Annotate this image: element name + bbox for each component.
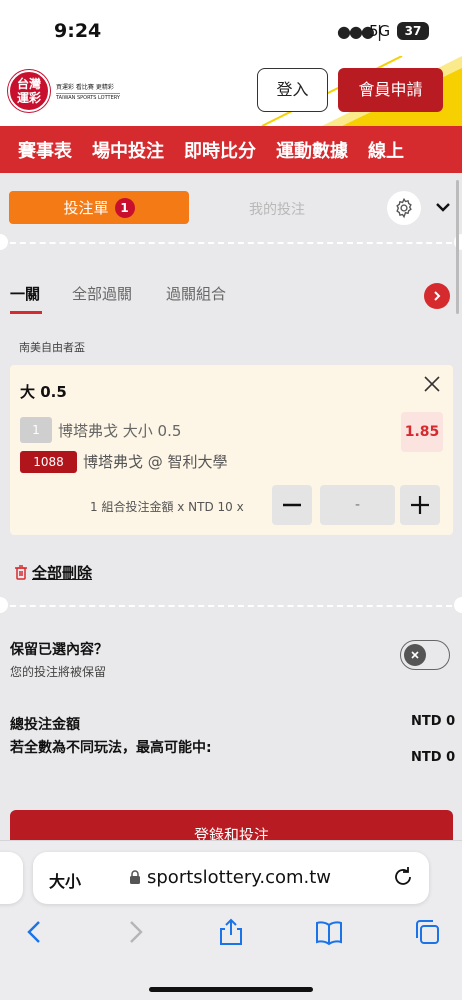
- tab-betslip-label: 投注單: [63, 199, 109, 217]
- register-button[interactable]: 會員申請: [338, 68, 443, 112]
- stake-increase-button[interactable]: [400, 485, 440, 525]
- address-bar[interactable]: 大小 sportslottery.com.tw: [33, 852, 429, 904]
- bet-card: 大 0.5 1 博塔弗戈 大小 0.5 1.85 1088 博塔弗戈 @ 智利大…: [10, 365, 453, 535]
- league-name: 南美自由者盃: [19, 341, 85, 354]
- tab-single[interactable]: 一關: [10, 283, 40, 304]
- x-icon: [411, 651, 419, 659]
- trash-icon: [15, 565, 27, 580]
- site-header: 台灣 運彩 買運彩 看比賽 更精彩 TAIWAN SPORTS LOTTERY …: [0, 56, 462, 126]
- match-code: 1088: [20, 451, 77, 473]
- tab-betslip[interactable]: 投注單 1: [9, 191, 189, 224]
- stake-decrease-button[interactable]: [272, 485, 312, 525]
- betslip-tabbar: 投注單 1 我的投注: [9, 191, 454, 225]
- selection-name: 博塔弗戈 大小 0.5: [58, 422, 182, 440]
- match-name: 博塔弗戈 @ 智利大學: [83, 453, 228, 471]
- tab-my-bets[interactable]: 我的投注: [249, 199, 305, 219]
- tabs-icon[interactable]: [412, 917, 442, 947]
- stake-label: 1 組合投注金額 x NTD 10 x: [90, 500, 244, 514]
- back-icon[interactable]: [20, 917, 50, 947]
- nav-item-live-betting[interactable]: 場中投注: [92, 137, 164, 163]
- reload-icon[interactable]: [391, 865, 415, 889]
- battery-icon: 37: [397, 22, 429, 40]
- gear-icon: [396, 197, 412, 219]
- total-stake-value: NTD 0: [411, 714, 456, 729]
- nav-item-schedule[interactable]: 賽事表: [18, 137, 72, 163]
- nav-item-live-scores[interactable]: 即時比分: [184, 137, 256, 163]
- betslip-count-badge: 1: [114, 197, 135, 218]
- minus-icon: [283, 503, 301, 507]
- browser-chrome: 大小 sportslottery.com.tw: [0, 840, 462, 1000]
- nav-item-online[interactable]: 線上: [368, 137, 404, 163]
- delete-all-label: 全部刪除: [32, 564, 93, 582]
- share-icon[interactable]: [216, 917, 246, 947]
- divider: [0, 242, 462, 244]
- text-size-button[interactable]: 大小: [49, 868, 81, 892]
- site-logo[interactable]: 台灣 運彩 買運彩 看比賽 更精彩 TAIWAN SPORTS LOTTERY: [8, 70, 120, 112]
- tab-parlay-combo[interactable]: 過關組合: [166, 283, 226, 304]
- logo-caption-zh: 買運彩 看比賽 更精彩: [56, 83, 114, 91]
- previous-tab-preview[interactable]: [0, 852, 23, 904]
- retain-toggle[interactable]: [400, 640, 450, 670]
- selection-number: 1: [20, 417, 52, 443]
- retain-title: 保留已選內容？: [10, 642, 108, 658]
- nav-item-sports-data[interactable]: 運動數據: [276, 137, 348, 163]
- retain-subtitle: 您的投注將被保留: [10, 665, 107, 679]
- retain-selection: 保留已選內容？ 您的投注將被保留: [10, 639, 108, 680]
- total-stake-label: 總投注金額: [10, 717, 80, 733]
- chevron-down-icon[interactable]: [433, 197, 453, 217]
- chevron-right-icon: [434, 291, 441, 301]
- stake-input[interactable]: [320, 485, 395, 525]
- odds-value: 1.85: [401, 412, 443, 452]
- max-win-label: 若全數為不同玩法，最高可能中:: [10, 740, 212, 756]
- lock-icon: [130, 870, 140, 884]
- bet-type-tabs: 一關 全部過關 過關組合: [10, 283, 454, 314]
- bet-title: 大 0.5: [20, 383, 67, 401]
- settings-button[interactable]: [387, 191, 421, 225]
- divider: [0, 605, 462, 607]
- url-domain: sportslottery.com.tw: [147, 867, 332, 888]
- max-win-value: NTD 0: [411, 750, 456, 765]
- status-bar: 9:24 ●●●❘ 5G 37: [0, 0, 462, 60]
- bookmarks-icon[interactable]: [314, 917, 344, 947]
- logo-badge: 台灣 運彩: [8, 70, 50, 112]
- home-indicator[interactable]: [149, 987, 313, 992]
- tabs-next-button[interactable]: [424, 283, 450, 309]
- main-nav: 賽事表 場中投注 即時比分 運動數據 線上: [0, 126, 462, 173]
- plus-icon: [411, 496, 429, 514]
- logo-caption-en: TAIWAN SPORTS LOTTERY: [56, 92, 120, 101]
- network-type: 5G: [369, 22, 391, 40]
- login-button[interactable]: 登入: [257, 68, 328, 112]
- toggle-knob: [404, 644, 426, 666]
- active-tab-indicator: [10, 311, 42, 314]
- betslip-panel: 投注單 1 我的投注 一關 全部過關 過關組合 南美自由者盃 大 0.5 1 博…: [0, 180, 462, 854]
- delete-all-button[interactable]: 全部刪除: [14, 562, 92, 583]
- url-display[interactable]: sportslottery.com.tw: [129, 867, 331, 888]
- scrollbar[interactable]: [456, 180, 459, 314]
- close-icon[interactable]: [423, 375, 441, 393]
- tab-all-parlay[interactable]: 全部過關: [72, 283, 132, 304]
- status-time: 9:24: [54, 20, 102, 42]
- forward-icon[interactable]: [120, 917, 150, 947]
